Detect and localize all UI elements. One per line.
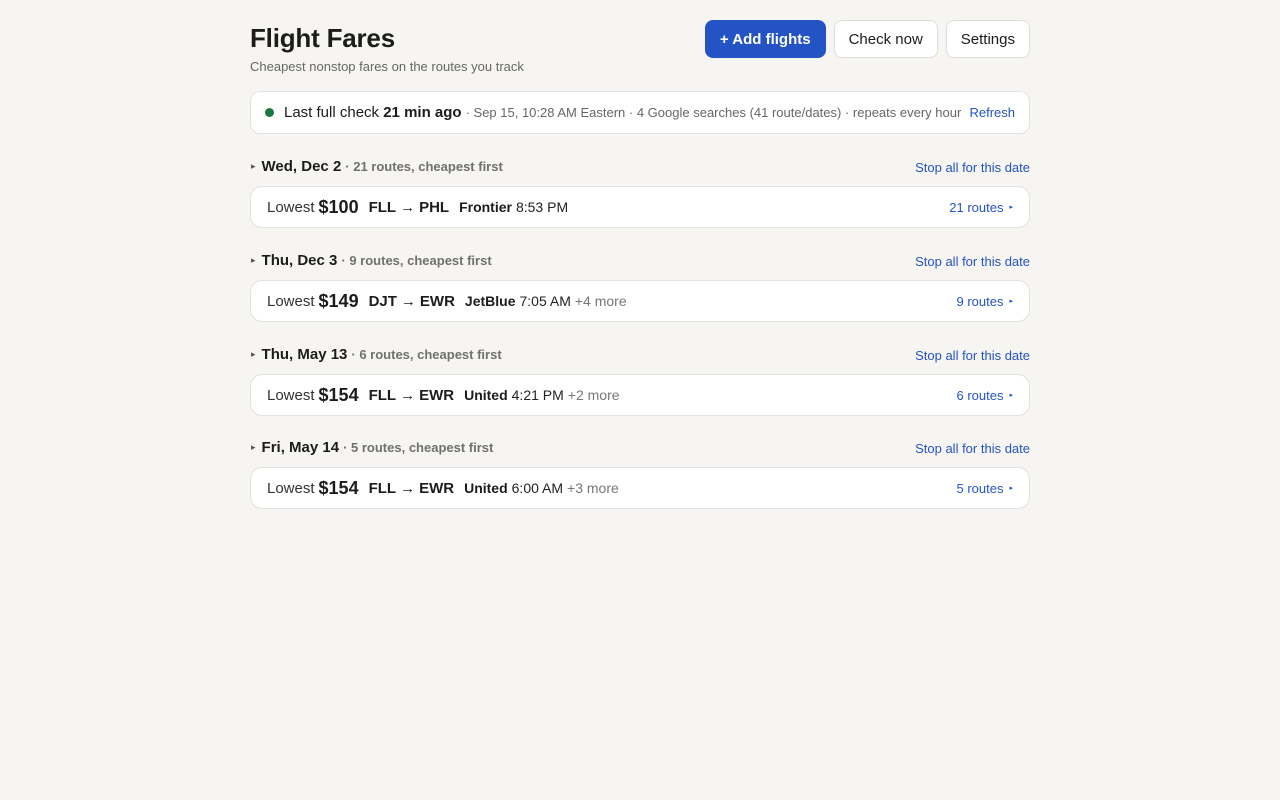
caret-right-icon: ▸ [1009,485,1013,492]
group-date: Thu, May 13 [261,346,348,363]
group-date: Fri, May 14 [261,439,340,456]
caret-right-icon: ▸ [251,255,256,265]
lowest-label: Lowest [267,386,315,404]
caret-right-icon: ▸ [1009,204,1013,211]
stop-all-link[interactable]: Stop all for this date [915,254,1030,269]
last-check-text: Last full check 21 min ago [284,104,462,121]
group-meta: · 9 routes, cheapest first [341,253,492,268]
caret-right-icon: ▸ [251,349,256,359]
page-container: Flight Fares Cheapest nonstop fares on t… [250,20,1030,509]
caret-right-icon: ▸ [1009,298,1013,305]
group-meta: · 5 routes, cheapest first [343,440,494,455]
stop-all-link[interactable]: Stop all for this date [915,441,1030,456]
settings-button[interactable]: Settings [945,20,1030,58]
arrow-right-icon: → [400,479,416,497]
lowest-fare-row[interactable]: Lowest $154 FLL → EWR United 4:21 PM +2 mo… [250,374,1030,416]
fare-price: $154 [318,384,359,405]
arrow-right-icon: → [400,292,416,310]
fare-airline: JetBlue [464,293,516,309]
last-check-prefix: Last full check [284,104,380,121]
routes-count: 9 routes [956,293,1004,309]
check-now-button[interactable]: Check now [833,20,938,58]
date-group-may-13: ▸ Thu, May 13 · 6 routes, cheapest first… [250,346,1030,416]
fare-more-count: +2 more [567,387,620,403]
fare-time: 7:05 AM [519,293,571,309]
fare-route: FLL → EWR [369,480,455,497]
caret-right-icon: ▸ [251,442,256,452]
caret-right-icon: ▸ [251,161,256,171]
lowest-fare-row[interactable]: Lowest $149 DJT → EWR JetBlue 7:05 AM +4 m… [250,280,1030,322]
date-group-toggle[interactable]: ▸ Thu, Dec 3 · 9 routes, cheapest first [250,252,492,269]
lowest-label: Lowest [267,198,315,216]
lowest-label: Lowest [267,292,315,310]
date-group-toggle[interactable]: ▸ Wed, Dec 2 · 21 routes, cheapest first [250,158,503,175]
fare-time: 6:00 AM [511,480,564,496]
routes-count: 5 routes [956,480,1004,496]
date-group-may-14: ▸ Fri, May 14 · 5 routes, cheapest first… [250,439,1030,509]
fare-airline: Frontier [459,199,512,215]
fare-route: FLL → PHL [369,199,450,216]
routes-count: 6 routes [956,387,1004,403]
origin-code: FLL [368,479,397,497]
destination-code: PHL [419,198,450,216]
fare-more-count: +3 more [567,480,619,496]
routes-expand-link[interactable]: 6 routes ▸ [957,388,1014,403]
stop-all-link[interactable]: Stop all for this date [915,160,1030,175]
date-group-header: ▸ Thu, May 13 · 6 routes, cheapest first… [250,346,1030,366]
destination-code: EWR [419,292,455,310]
fare-time: 4:21 PM [511,387,564,403]
group-date: Wed, Dec 2 [261,158,342,175]
date-group-toggle[interactable]: ▸ Fri, May 14 · 5 routes, cheapest first [250,439,493,456]
add-flights-button[interactable]: + Add flights [704,20,826,58]
page-title: Flight Fares [250,23,395,53]
status-ok-icon [265,108,274,117]
fare-price: $149 [318,290,359,311]
header-actions: + Add flights Check now Settings [704,20,1030,58]
date-group-header: ▸ Thu, Dec 3 · 9 routes, cheapest first … [250,252,1030,272]
routes-expand-link[interactable]: 21 routes ▸ [949,200,1013,215]
destination-code: EWR [419,386,455,404]
fare-price: $154 [318,477,359,498]
fare-more-count: +4 more [574,293,627,309]
date-group-header: ▸ Wed, Dec 2 · 21 routes, cheapest first… [250,158,1030,178]
date-group-dec-2: ▸ Wed, Dec 2 · 21 routes, cheapest first… [250,158,1030,228]
page-header: Flight Fares Cheapest nonstop fares on t… [250,20,1030,92]
fare-price: $100 [318,196,359,217]
fare-time: 8:53 PM [515,199,569,215]
fare-airline: United [464,480,508,496]
destination-code: EWR [419,479,455,497]
origin-code: FLL [368,386,397,404]
date-group-dec-3: ▸ Thu, Dec 3 · 9 routes, cheapest first … [250,252,1030,322]
arrow-right-icon: → [400,386,416,404]
refresh-link[interactable]: Refresh [969,105,1015,120]
lowest-label: Lowest [267,479,315,497]
routes-expand-link[interactable]: 9 routes ▸ [957,294,1014,309]
date-group-header: ▸ Fri, May 14 · 5 routes, cheapest first… [250,439,1030,459]
lowest-fare-row[interactable]: Lowest $100 FLL → PHL Frontier 8:53 PM 21 … [250,186,1030,228]
origin-code: DJT [368,292,397,310]
fare-route: DJT → EWR [369,293,455,310]
fare-airline: United [464,387,508,403]
group-meta: · 6 routes, cheapest first [351,347,502,362]
routes-count: 21 routes [949,199,1004,215]
last-check-status-card: Last full check 21 min ago · Sep 15, 10:… [250,91,1030,134]
origin-code: FLL [368,198,397,216]
page-subtitle: Cheapest nonstop fares on the routes you… [250,59,524,74]
group-date: Thu, Dec 3 [261,252,338,269]
arrow-right-icon: → [400,198,416,216]
lowest-fare-row[interactable]: Lowest $154 FLL → EWR United 6:00 AM +3 mo… [250,467,1030,509]
caret-right-icon: ▸ [1009,392,1013,399]
date-group-toggle[interactable]: ▸ Thu, May 13 · 6 routes, cheapest first [250,346,502,363]
fare-route: FLL → EWR [369,387,455,404]
group-meta: · 21 routes, cheapest first [345,159,503,174]
last-check-meta: · Sep 15, 10:28 AM Eastern · 4 Google se… [465,105,962,120]
stop-all-link[interactable]: Stop all for this date [915,348,1030,363]
last-check-ago: 21 min ago [383,104,462,121]
routes-expand-link[interactable]: 5 routes ▸ [957,481,1014,496]
